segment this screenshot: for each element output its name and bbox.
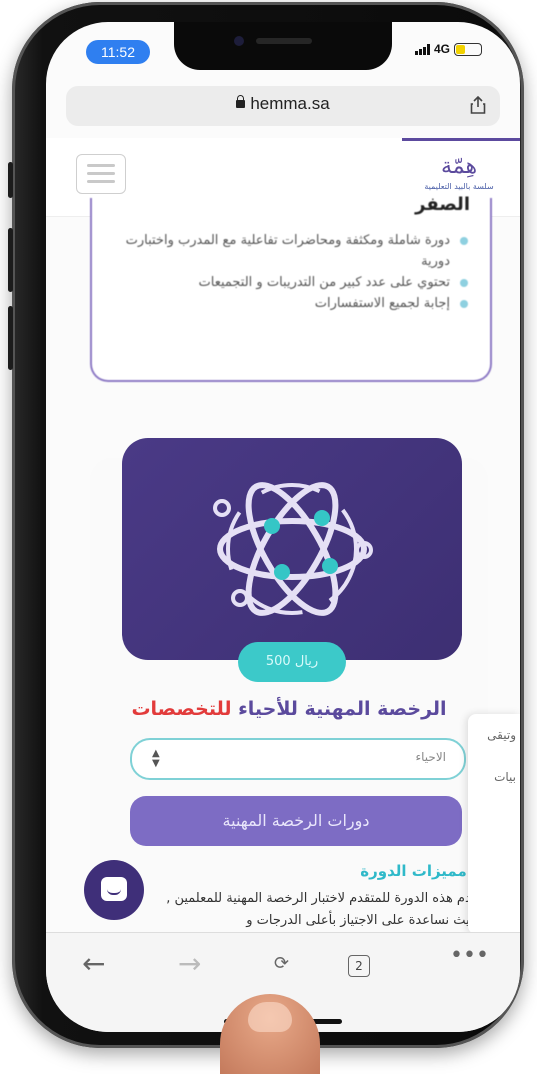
subject-select-value: الاحياء: [415, 750, 446, 764]
address-bar[interactable]: hemma.sa: [66, 86, 500, 126]
header-accent: [402, 138, 520, 141]
forward-icon[interactable]: →: [178, 947, 201, 980]
side-panel-item[interactable]: وتيقى: [487, 728, 516, 742]
network-label: 4G: [433, 42, 450, 56]
back-icon[interactable]: ←: [82, 947, 105, 980]
tabs-button[interactable]: 2: [348, 955, 370, 977]
course-image[interactable]: [122, 438, 462, 660]
features-heading: مميزات الدورة :: [360, 862, 478, 880]
signal-icon: [414, 43, 430, 55]
features-text: نقدم هذه الدورة للمتقدم لاختبار الرخصة ا…: [166, 891, 482, 928]
reload-icon[interactable]: ⟳: [274, 953, 289, 974]
select-arrows-icon: ▲ ▼: [152, 748, 160, 769]
side-panel-item[interactable]: بيات: [494, 770, 516, 784]
price-badge: 500 ريال: [238, 642, 346, 682]
lock-icon: [236, 95, 246, 108]
phone-frame: 11:52 4G hemma.sa هِمّة سلسة بالبيد التع…: [8, 2, 524, 1048]
logo-mark: هِمّة: [440, 154, 478, 179]
url-text: hemma.sa: [250, 94, 330, 113]
list-item: دورة شاملة ومكثفة ومحاضرات تفاعلية مع ال…: [112, 230, 472, 272]
course-title: الرخصة المهنية للأحياء للتخصصات: [90, 698, 488, 720]
side-panel[interactable]: وتيقى بيات: [468, 714, 520, 934]
course-title-highlight: للتخصصات: [131, 698, 232, 720]
status-time: 11:52: [86, 40, 150, 64]
status-indicators: 4G: [414, 42, 482, 56]
subject-select[interactable]: الاحياء ▲ ▼: [130, 738, 466, 780]
notch: [174, 22, 392, 70]
chat-icon: [101, 877, 127, 901]
list-item: تحتوي على عدد كبير من التدريبات و التجمي…: [112, 272, 472, 293]
chat-button[interactable]: [84, 860, 144, 920]
battery-icon: [454, 42, 482, 56]
volume-up-button: [8, 228, 13, 292]
mute-switch: [8, 162, 13, 198]
course-button[interactable]: دورات الرخصة المهنية: [130, 796, 462, 846]
feature-list: دورة شاملة ومكثفة ومحاضرات تفاعلية مع ال…: [112, 230, 472, 314]
url-display[interactable]: hemma.sa: [66, 94, 500, 114]
previous-course-card: الصفر دورة شاملة ومكثفة ومحاضرات تفاعلية…: [90, 194, 492, 382]
previous-card-title: الصفر: [415, 194, 470, 215]
logo-subtitle: سلسة بالبيد التعليمية: [424, 182, 494, 191]
screen: 11:52 4G hemma.sa هِمّة سلسة بالبيد التع…: [46, 22, 520, 1032]
course-title-main: الرخصة المهنية للأحياء: [231, 698, 447, 720]
volume-down-button: [8, 306, 13, 370]
list-item: إجابة لجميع الاستفسارات: [112, 293, 472, 314]
menu-icon[interactable]: [76, 154, 126, 194]
more-icon[interactable]: •••: [450, 943, 489, 968]
share-icon[interactable]: [470, 96, 486, 114]
atom-icon: [213, 482, 373, 616]
